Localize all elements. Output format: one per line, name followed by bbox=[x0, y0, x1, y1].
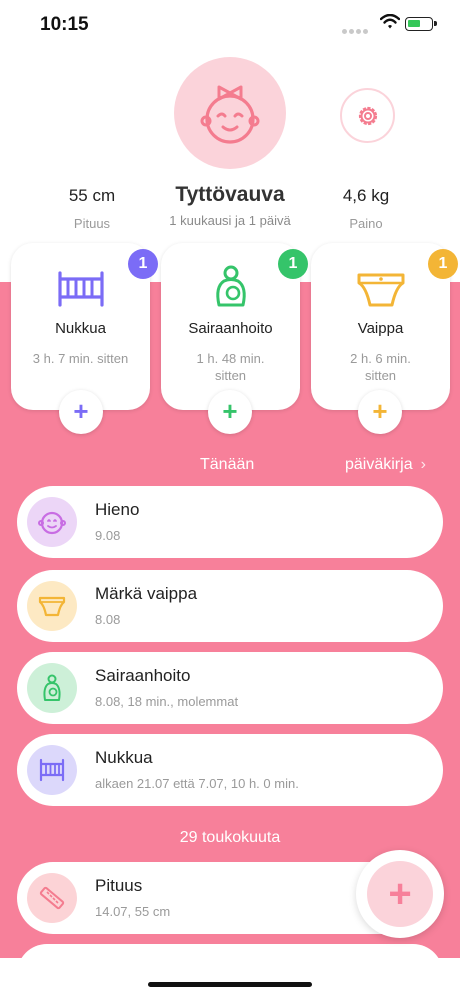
home-bar bbox=[0, 958, 460, 996]
breastfeeding-icon bbox=[27, 663, 77, 713]
card-sleep-ago: 3 h. 7 min. sitten bbox=[32, 351, 129, 366]
entry-subtitle: 8.08, 18 min., molemmat bbox=[95, 694, 239, 709]
chevron-right-icon: › bbox=[420, 456, 426, 473]
add-diaper-button[interactable]: + bbox=[358, 390, 402, 434]
battery-icon bbox=[405, 17, 437, 31]
ruler-icon bbox=[27, 873, 77, 923]
entry-title: Pituus bbox=[95, 876, 143, 895]
card-sleep[interactable]: 1 Nukkua 3 h. 7 min. sitten bbox=[11, 243, 158, 410]
status-bar: 10:15 bbox=[0, 0, 460, 50]
list-item[interactable]: Hieno 9.08 bbox=[17, 486, 443, 558]
entry-title: Sairaanhoito bbox=[95, 666, 191, 685]
list-item[interactable]: Sairaanhoito 8.08, 18 min., molemmat bbox=[17, 652, 443, 724]
sleep-badge: 1 bbox=[128, 249, 158, 279]
entry-title: Hieno bbox=[95, 500, 140, 519]
diary-link[interactable]: päiväkirja › bbox=[345, 456, 426, 474]
add-sleep-button[interactable]: + bbox=[59, 390, 103, 434]
card-feeding[interactable]: 1 Sairaanhoito 1 h. 48 min. sitten bbox=[161, 243, 308, 410]
list-item[interactable]: Nukkua alkaen 21.07 että 7.07, 10 h. 0 m… bbox=[17, 734, 443, 806]
entry-subtitle: 8.08 bbox=[95, 612, 121, 627]
weight-stat: 4,6 kg Paino bbox=[326, 186, 406, 231]
weight-label: Paino bbox=[349, 216, 383, 231]
entry-subtitle: alkaen 21.07 että 7.07, 10 h. 0 min. bbox=[95, 776, 299, 791]
height-stat: 55 cm Pituus bbox=[52, 186, 132, 231]
crib-icon bbox=[58, 271, 104, 307]
entry-subtitle: 9.08 bbox=[95, 528, 121, 543]
plus-icon: + bbox=[367, 861, 433, 927]
card-diaper-title: Vaippa bbox=[357, 320, 404, 337]
settings-button[interactable] bbox=[340, 88, 395, 143]
status-time: 10:15 bbox=[40, 14, 89, 35]
list-item[interactable]: Märkä vaippa 8.08 bbox=[17, 570, 443, 642]
home-indicator[interactable] bbox=[148, 982, 312, 987]
baby-age: 1 kuukausi ja 1 päivä bbox=[169, 213, 291, 228]
card-feeding-ago: 1 h. 48 min. sitten bbox=[196, 351, 265, 383]
date-header: 29 toukokuuta bbox=[179, 829, 281, 846]
height-label: Pituus bbox=[73, 216, 111, 231]
diaper-badge: 1 bbox=[428, 249, 458, 279]
weight-value: 4,6 kg bbox=[342, 186, 390, 205]
diaper-icon bbox=[27, 581, 77, 631]
entry-subtitle: 14.07, 55 cm bbox=[95, 904, 171, 919]
baby-girl-icon bbox=[200, 85, 260, 144]
card-sleep-title: Nukkua bbox=[55, 320, 106, 337]
entry-title: Märkä vaippa bbox=[95, 584, 198, 603]
baby-face-icon bbox=[27, 497, 77, 547]
gear-icon bbox=[358, 106, 378, 126]
diaper-icon bbox=[357, 273, 405, 307]
signal-icon bbox=[342, 21, 370, 39]
card-feeding-title: Sairaanhoito bbox=[188, 320, 273, 337]
card-diaper-ago: 2 h. 6 min. sitten bbox=[350, 351, 411, 383]
baby-avatar[interactable] bbox=[174, 57, 286, 169]
card-diaper[interactable]: 1 Vaippa 2 h. 6 min. sitten bbox=[311, 243, 458, 410]
feeding-badge: 1 bbox=[278, 249, 308, 279]
baby-name: Tyttövauva bbox=[175, 183, 285, 206]
today-header: Tänään bbox=[200, 456, 255, 473]
baby-name-block: Tyttövauva 1 kuukausi ja 1 päivä bbox=[130, 183, 330, 228]
height-value: 55 cm bbox=[68, 186, 116, 205]
add-entry-button[interactable]: + bbox=[356, 850, 444, 938]
add-feeding-button[interactable]: + bbox=[208, 390, 252, 434]
breastfeeding-icon bbox=[216, 265, 246, 307]
wifi-icon bbox=[380, 14, 400, 29]
diary-link-label: päiväkirja bbox=[345, 456, 413, 473]
crib-icon bbox=[27, 745, 77, 795]
entry-title: Nukkua bbox=[95, 748, 153, 767]
